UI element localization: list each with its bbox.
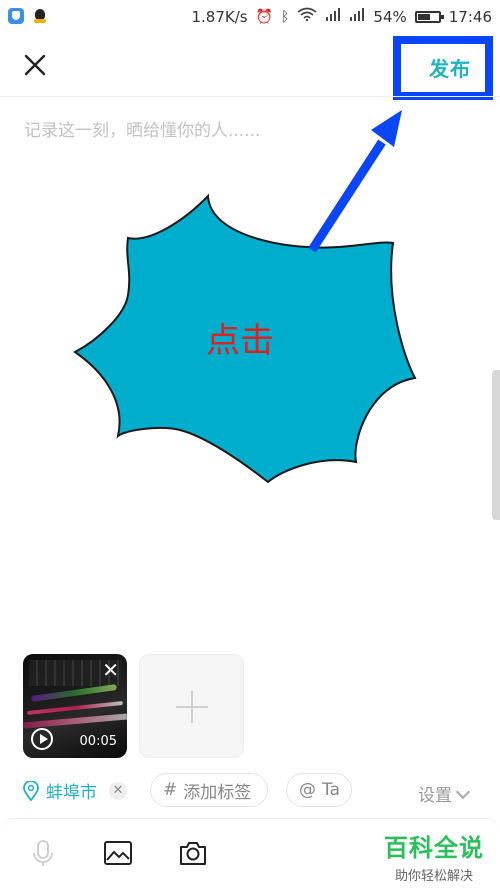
at-icon: @: [299, 780, 316, 800]
mention-label: Ta: [322, 780, 340, 800]
location-label: 蚌埠市: [46, 783, 97, 803]
voice-button[interactable]: [28, 838, 58, 868]
arrow-head: [371, 110, 402, 147]
chevron-down-icon: [455, 784, 471, 800]
watermark-subtitle: 助你轻松解决: [394, 869, 473, 884]
watermark: 百科全说 助你轻松解决: [384, 828, 484, 884]
callout-text: 点击: [206, 321, 274, 361]
location-chip[interactable]: 蚌埠市 ✕: [22, 778, 127, 803]
scroll-handle[interactable]: [492, 370, 500, 520]
settings-label: 设置: [418, 786, 452, 806]
remove-video-button[interactable]: ✕: [102, 660, 119, 680]
image-button[interactable]: [103, 838, 133, 868]
video-duration: 00:05: [79, 734, 117, 749]
microphone-icon: [33, 840, 53, 866]
watermark-title: 百科全说: [384, 834, 484, 862]
location-pin-icon: [23, 780, 39, 801]
image-icon: [104, 841, 132, 865]
add-tag-button[interactable]: # 添加标签: [150, 773, 268, 807]
play-icon[interactable]: [31, 728, 53, 750]
add-tag-label: 添加标签: [183, 782, 252, 803]
mention-button[interactable]: @ Ta: [286, 773, 352, 807]
arrow-shaft: [308, 139, 386, 253]
add-media-button[interactable]: [139, 654, 244, 758]
settings-dropdown[interactable]: 设置: [418, 781, 471, 806]
keyboard-light: [27, 700, 123, 716]
video-thumbnail[interactable]: ✕ 00:05: [23, 654, 127, 758]
keyboard-light: [31, 684, 117, 702]
keyboard-light: [23, 713, 127, 729]
camera-button[interactable]: [178, 838, 208, 868]
hashtag-icon: #: [163, 780, 178, 800]
camera-icon: [180, 842, 206, 865]
remove-location-button[interactable]: ✕: [109, 781, 127, 800]
